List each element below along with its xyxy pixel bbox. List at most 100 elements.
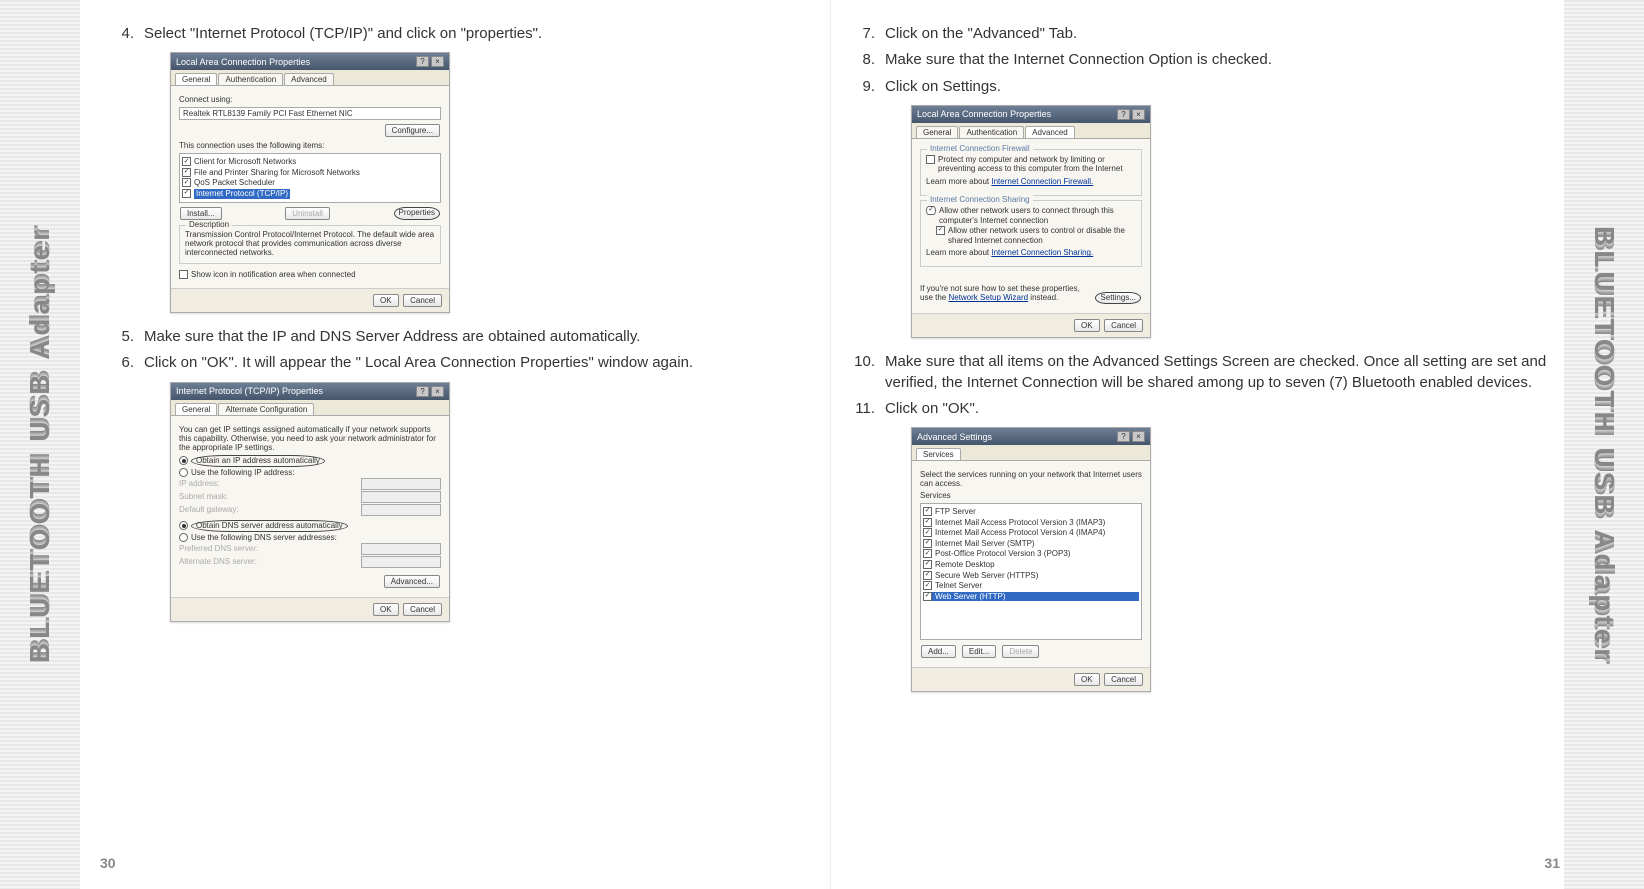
item-label: QoS Packet Scheduler xyxy=(194,178,275,188)
close-icon[interactable]: × xyxy=(1132,431,1145,442)
step-text: Make sure that the Internet Connection O… xyxy=(885,50,1550,70)
checkbox-icon[interactable] xyxy=(926,155,935,164)
connect-using-field[interactable]: Realtek RTL8139 Family PCI Fast Ethernet… xyxy=(179,107,441,120)
tab-general[interactable]: General xyxy=(916,126,958,138)
checkbox-icon[interactable] xyxy=(923,507,932,516)
step-number: 4. xyxy=(110,24,134,44)
checkbox-icon[interactable] xyxy=(182,168,191,177)
close-icon[interactable]: × xyxy=(431,386,444,397)
radio-icon[interactable] xyxy=(179,521,188,530)
intro-text: Select the services running on your netw… xyxy=(920,470,1142,488)
tab-advanced[interactable]: Advanced xyxy=(284,73,334,85)
install-button[interactable]: Install... xyxy=(180,207,222,220)
radio-obtain-ip: Obtain an IP address automatically xyxy=(191,455,325,467)
window-titlebar: Local Area Connection Properties ?× xyxy=(171,53,449,70)
tab-authentication[interactable]: Authentication xyxy=(218,73,283,85)
step-number: 10. xyxy=(851,352,875,393)
screenshot-advanced-settings: Advanced Settings ?× Services Select the… xyxy=(911,427,1151,692)
services-listbox[interactable]: FTP Server Internet Mail Access Protocol… xyxy=(920,503,1142,640)
checkbox-icon[interactable] xyxy=(936,226,945,235)
icf-link[interactable]: Internet Connection Firewall. xyxy=(991,177,1093,186)
help-icon[interactable]: ? xyxy=(416,386,429,397)
description-text: Transmission Control Protocol/Internet P… xyxy=(185,230,435,257)
help-icon[interactable]: ? xyxy=(1117,431,1130,442)
item-label: Client for Microsoft Networks xyxy=(194,157,296,167)
group-title: Internet Connection Sharing xyxy=(927,195,1033,204)
step-number: 5. xyxy=(110,327,134,347)
uninstall-button[interactable]: Uninstall xyxy=(285,207,330,220)
help-icon[interactable]: ? xyxy=(416,56,429,67)
radio-use-ip: Use the following IP address: xyxy=(191,468,294,477)
radio-obtain-dns: Obtain DNS server address automatically xyxy=(191,520,348,532)
step-text: Click on "OK". xyxy=(885,399,1550,419)
service-item: Post-Office Protocol Version 3 (POP3) xyxy=(935,549,1070,559)
step-text: Make sure that the IP and DNS Server Add… xyxy=(144,327,810,347)
ics-link[interactable]: Internet Connection Sharing. xyxy=(991,248,1093,257)
service-item: Internet Mail Access Protocol Version 3 … xyxy=(935,518,1105,528)
properties-button[interactable]: Properties xyxy=(394,207,440,220)
ics-group: Internet Connection Sharing Allow other … xyxy=(920,200,1142,267)
button-row: OK Cancel xyxy=(912,313,1150,337)
ip-input xyxy=(361,478,441,490)
close-icon[interactable]: × xyxy=(431,56,444,67)
cancel-button[interactable]: Cancel xyxy=(1104,319,1143,332)
step-11: 11. Click on "OK". xyxy=(851,399,1550,419)
ok-button[interactable]: OK xyxy=(373,603,399,616)
hint-link[interactable]: Network Setup Wizard xyxy=(948,293,1028,302)
radio-use-dns: Use the following DNS server addresses: xyxy=(191,533,337,542)
radio-icon[interactable] xyxy=(179,456,188,465)
description-group: Description Transmission Control Protoco… xyxy=(179,225,441,264)
tab-general[interactable]: General xyxy=(175,403,217,415)
checkbox-icon[interactable] xyxy=(179,270,188,279)
items-listbox[interactable]: Client for Microsoft Networks File and P… xyxy=(179,153,441,202)
cancel-button[interactable]: Cancel xyxy=(403,603,442,616)
checkbox-icon[interactable] xyxy=(923,518,932,527)
checkbox-icon[interactable] xyxy=(182,189,191,198)
checkbox-icon[interactable] xyxy=(923,592,932,601)
screenshot-tcpip: Internet Protocol (TCP/IP) Properties ?×… xyxy=(170,382,450,622)
window-titlebar: Internet Protocol (TCP/IP) Properties ?× xyxy=(171,383,449,400)
ok-button[interactable]: OK xyxy=(373,294,399,307)
checkbox-icon[interactable] xyxy=(923,539,932,548)
checkbox-icon[interactable] xyxy=(182,157,191,166)
step-text: Make sure that all items on the Advanced… xyxy=(885,352,1550,393)
step-7: 7. Click on the "Advanced" Tab. xyxy=(851,24,1550,44)
checkbox-icon[interactable] xyxy=(923,571,932,580)
settings-button[interactable]: Settings... xyxy=(1095,292,1141,304)
tab-authentication[interactable]: Authentication xyxy=(959,126,1024,138)
dialog-panel: You can get IP settings assigned automat… xyxy=(171,416,449,597)
checkbox-icon[interactable] xyxy=(926,206,936,215)
checkbox-icon[interactable] xyxy=(923,581,932,590)
dialog-panel: Internet Connection Firewall Protect my … xyxy=(912,139,1150,314)
service-item: Telnet Server xyxy=(935,581,982,591)
close-icon[interactable]: × xyxy=(1132,109,1145,120)
tab-advanced[interactable]: Advanced xyxy=(1025,126,1075,138)
delete-button[interactable]: Delete xyxy=(1002,645,1039,658)
ok-button[interactable]: OK xyxy=(1074,319,1100,332)
help-icon[interactable]: ? xyxy=(1117,109,1130,120)
checkbox-icon[interactable] xyxy=(923,549,932,558)
advanced-button[interactable]: Advanced... xyxy=(384,575,440,588)
configure-button[interactable]: Configure... xyxy=(385,124,440,137)
intro-text: You can get IP settings assigned automat… xyxy=(179,425,441,452)
show-icon-label: Show icon in notification area when conn… xyxy=(191,270,356,280)
add-button[interactable]: Add... xyxy=(921,645,956,658)
checkbox-icon[interactable] xyxy=(182,178,191,187)
icf-chk-label: Protect my computer and network by limit… xyxy=(938,155,1136,174)
tab-general[interactable]: General xyxy=(175,73,217,85)
subnet-input xyxy=(361,491,441,503)
radio-icon[interactable] xyxy=(179,468,188,477)
tab-alternate[interactable]: Alternate Configuration xyxy=(218,403,314,415)
cancel-button[interactable]: Cancel xyxy=(403,294,442,307)
service-item: FTP Server xyxy=(935,507,976,517)
spine-right: BLUETOOTH USB Adapter xyxy=(1564,0,1644,889)
tab-services[interactable]: Services xyxy=(916,448,961,460)
ok-button[interactable]: OK xyxy=(1074,673,1100,686)
checkbox-icon[interactable] xyxy=(923,528,932,537)
edit-button[interactable]: Edit... xyxy=(962,645,996,658)
radio-icon[interactable] xyxy=(179,533,188,542)
checkbox-icon[interactable] xyxy=(923,560,932,569)
step-8: 8. Make sure that the Internet Connectio… xyxy=(851,50,1550,70)
dialog-panel: Select the services running on your netw… xyxy=(912,461,1150,667)
cancel-button[interactable]: Cancel xyxy=(1104,673,1143,686)
